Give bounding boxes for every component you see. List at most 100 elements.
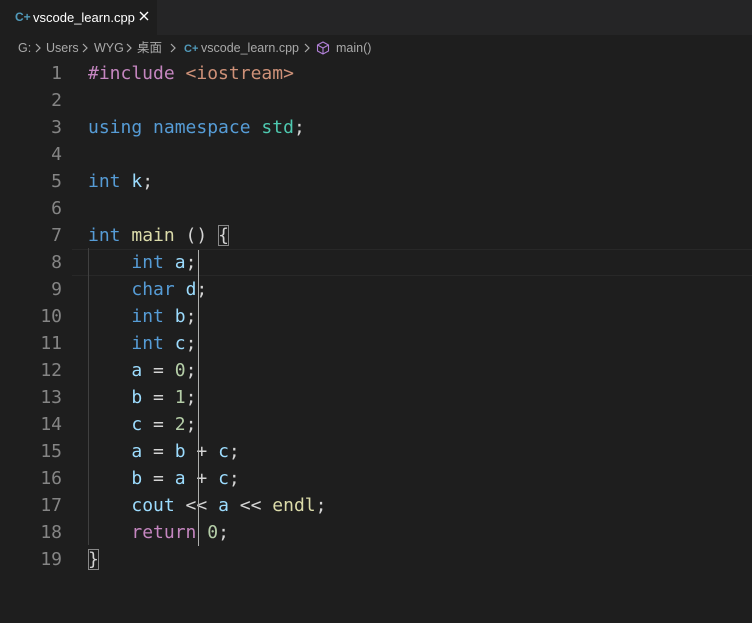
breadcrumb-drive[interactable]: G: [18,41,31,56]
code-line[interactable]: 1 #include <iostream> [0,60,752,87]
code-token: 2 [174,414,186,435]
code-line[interactable]: 12 a = 0; [0,357,752,384]
code-token: b [131,468,143,489]
line-number: 10 [40,306,62,327]
line-number: 1 [51,63,62,84]
code-token: 0 [207,522,219,543]
code-text: b = a + c; [88,467,239,490]
code-token: () [174,225,219,246]
code-token: ; [218,522,229,543]
code-token: b [131,387,143,408]
line-number: 14 [40,414,62,435]
code-token: ; [185,306,197,327]
code-token: b [174,441,186,462]
code-line[interactable]: 3 using namespace std; [0,114,752,141]
close-icon[interactable] [136,8,152,24]
code-line[interactable]: 8 int a; [0,249,752,276]
code-token: namespace [153,117,251,138]
code-text: int b; [88,305,196,328]
code-token: = [142,360,175,381]
line-number: 4 [51,144,62,165]
code-text: c = 2; [88,413,196,436]
breadcrumb-symbol[interactable]: main() [336,41,371,56]
code-token: = [142,468,175,489]
code-line[interactable]: 19} [0,546,752,573]
code-token: <iostream> [185,63,294,84]
line-number: 9 [51,279,62,300]
code-text: a = b + c; [88,440,239,463]
code-token: c [174,333,186,354]
code-text: int c; [88,332,196,355]
code-line[interactable]: 2 [0,87,752,114]
line-number: 18 [40,522,62,543]
code-token: cout [131,495,175,516]
code-line[interactable]: 5 int k; [0,168,752,195]
code-line[interactable]: 15 a = b + c; [0,438,752,465]
code-editor[interactable]: 1 #include <iostream> 2 3 using namespace st… [0,59,752,623]
chevron-right-icon [304,43,310,53]
line-number: 17 [40,495,62,516]
code-line[interactable]: 4 [0,141,752,168]
code-token: using [88,117,143,138]
code-text: int a; [88,251,196,274]
chevron-right-icon [126,43,132,53]
code-line[interactable]: 9 char d; [0,276,752,303]
code-token: c [218,468,229,489]
code-text: char d; [88,278,207,301]
code-line[interactable]: 18 return 0; [0,519,752,546]
code-text: #include <iostream> [88,62,294,85]
code-token: d [185,279,197,300]
code-token: #include [88,63,186,84]
line-number: 19 [40,549,62,570]
code-line[interactable]: 14 c = 2; [0,411,752,438]
code-token: c [218,441,229,462]
code-token: { [218,225,229,246]
tab-bar: C+ vscode_learn.cpp [0,0,752,35]
code-token: ; [185,414,197,435]
line-number: 2 [51,90,62,111]
chevron-right-icon [35,43,41,53]
code-line[interactable]: 10 int b; [0,303,752,330]
breadcrumb-user[interactable]: WYG [94,41,124,56]
code-line[interactable]: 6 [0,195,752,222]
code-token: endl [272,495,316,516]
text-cursor [198,250,199,546]
code-token: int [131,252,164,273]
code-token: ; [185,333,197,354]
code-token: a [174,252,186,273]
line-number: 8 [51,252,62,273]
code-text: int main () { [88,224,229,247]
code-token: ; [185,360,197,381]
cpp-file-icon: C+ [15,10,31,24]
line-number: 15 [40,441,62,462]
breadcrumb-users[interactable]: Users [46,41,79,56]
code-line[interactable]: 7 int main () { [0,222,752,249]
code-line[interactable]: 16 b = a + c; [0,465,752,492]
code-text: int k; [88,170,153,193]
code-line[interactable]: 11 int c; [0,330,752,357]
code-token: = [142,441,175,462]
code-token: k [131,171,143,192]
code-token: b [174,306,186,327]
code-token: int [131,306,164,327]
breadcrumb-file[interactable]: vscode_learn.cpp [201,41,299,56]
code-line[interactable]: 13 b = 1; [0,384,752,411]
code-token: int [88,171,121,192]
code-token: << [228,495,273,516]
tab-vscode-learn-cpp[interactable]: C+ vscode_learn.cpp [0,0,158,35]
breadcrumb-desktop[interactable]: 桌面 [137,41,162,56]
code-token: int [131,333,164,354]
code-token: + [185,441,219,462]
code-line[interactable]: 17 cout << a << endl; [0,492,752,519]
